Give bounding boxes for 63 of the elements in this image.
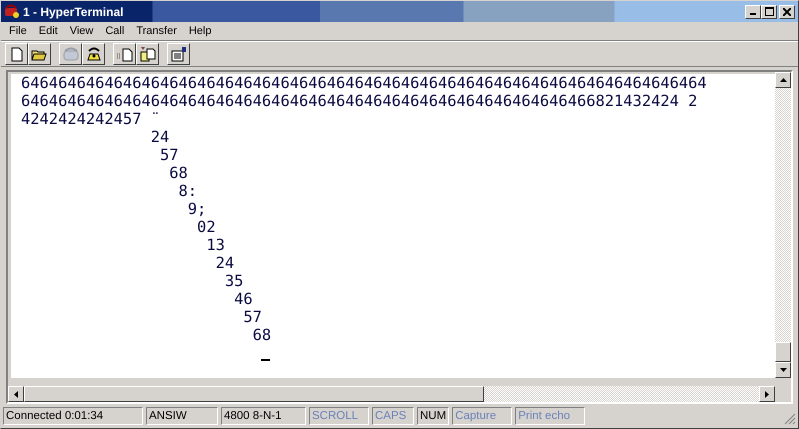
toolbar-button[interactable] — [136, 43, 159, 65]
close-icon — [783, 8, 791, 16]
terminal-line: 24 — [150, 128, 170, 146]
terminal-line: 64646464646464646464646464646464646464646464646464646464646466821432424 2 — [21, 92, 698, 110]
scroll-right-button[interactable] — [759, 386, 775, 402]
scroll-down-button[interactable] — [775, 362, 791, 378]
menu-item[interactable]: Call — [99, 22, 130, 40]
toolbar-button[interactable] — [167, 43, 190, 65]
up-arrow-icon — [780, 78, 786, 82]
terminal-line: 57 — [242, 308, 262, 326]
horizontal-scrollbar[interactable] — [8, 386, 775, 402]
terminal-line: 68 — [168, 164, 188, 182]
terminal-line: 68 — [252, 326, 272, 344]
terminal-line: 64646464646464646464646464646464646464646464646464646464646464646464646464 — [21, 74, 707, 92]
left-arrow-icon — [14, 390, 18, 398]
status-field: 4800 8-N-1 — [221, 407, 306, 425]
scrollbar-thumb[interactable] — [24, 386, 484, 402]
terminal-line: 9; — [186, 200, 206, 218]
status-field: NUM — [417, 407, 450, 425]
receive-file-icon — [139, 46, 156, 62]
toolbar-button[interactable] — [5, 43, 28, 65]
telephone-icon — [62, 46, 79, 62]
text-cursor — [261, 358, 270, 361]
terminal-line: 57 — [158, 146, 179, 164]
status-field: Connected 0:01:34 — [3, 407, 143, 425]
terminal-line: 13 — [205, 236, 225, 254]
toolbar-button[interactable] — [113, 43, 136, 65]
menu-item[interactable]: View — [64, 22, 100, 40]
window-title: 1 - HyperTerminal — [23, 4, 124, 20]
down-arrow-icon — [780, 368, 786, 372]
status-field: Capture — [452, 407, 512, 425]
terminal-line: 24 — [214, 254, 234, 272]
menu-item[interactable]: File — [3, 22, 33, 40]
status-field: CAPS — [372, 407, 414, 425]
status-field: Print echo — [515, 407, 586, 425]
terminal-line: 02 — [196, 218, 216, 236]
scroll-up-button[interactable] — [775, 72, 791, 88]
status-field: SCROLL — [309, 407, 369, 425]
minimize-icon — [750, 13, 756, 15]
vertical-scrollbar[interactable] — [775, 72, 791, 378]
menu-item[interactable]: Edit — [32, 22, 64, 40]
minimize-button[interactable] — [745, 4, 761, 18]
properties-icon — [170, 46, 187, 62]
right-arrow-icon — [765, 390, 769, 398]
resize-grip-icon[interactable] — [784, 413, 796, 425]
status-field: ANSIW — [146, 407, 218, 425]
maximize-icon — [764, 7, 774, 16]
toolbar-button[interactable] — [82, 43, 105, 65]
terminal-line: 46 — [233, 290, 253, 308]
scroll-left-button[interactable] — [8, 386, 24, 402]
terminal-screen[interactable]: 64646464646464646464646464646464646464646464646464646464646464646464646464 64646464646464646464646464646464646464646464646464646464646466821432424 2 4242424242457 ¨ 24 57 68 8: 9; 02 13 24 35 46 57 68 — [8, 74, 775, 378]
close-button[interactable] — [779, 4, 795, 18]
terminal-line: 4242424242457 ¨ — [21, 110, 160, 128]
telephone-icon — [85, 46, 102, 62]
phone-icon — [4, 4, 20, 18]
terminal-line: 35 — [224, 272, 244, 290]
send-file-icon — [116, 46, 133, 62]
terminal-line: 8: — [178, 182, 198, 200]
maximize-button[interactable] — [761, 4, 777, 18]
menu-item[interactable]: Transfer — [130, 22, 183, 40]
menu-item[interactable]: Help — [182, 22, 218, 40]
scrollbar-thumb[interactable] — [775, 342, 791, 362]
toolbar-button[interactable] — [28, 43, 51, 65]
